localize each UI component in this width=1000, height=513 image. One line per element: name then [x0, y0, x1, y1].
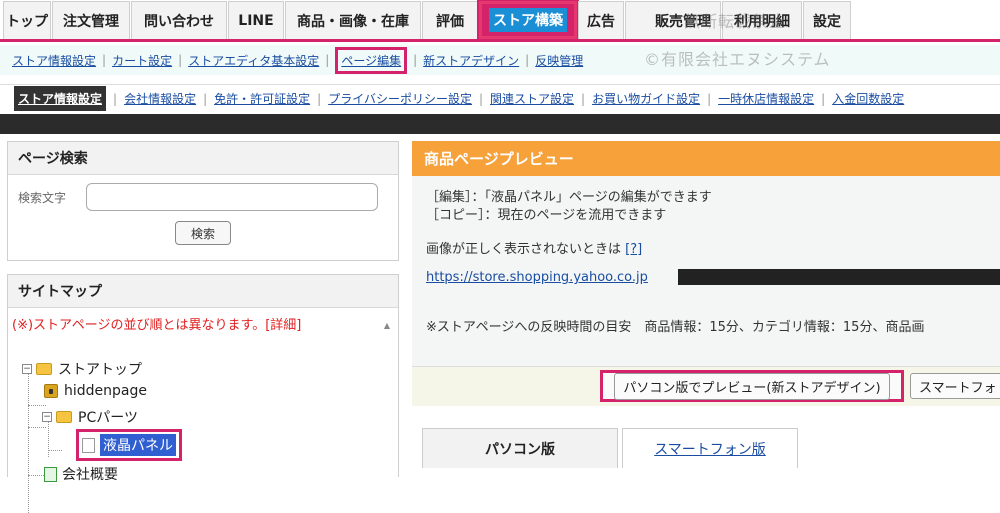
- sitemap-panel: サイトマップ (※)ストアページの並び順とは異なります。[詳細] ▲ − ストア…: [7, 274, 399, 513]
- help-link[interactable]: [?]: [625, 242, 642, 257]
- collapse-icon[interactable]: −: [42, 412, 52, 422]
- subnav2-company[interactable]: 会社情報設定: [124, 90, 196, 107]
- folder-icon: [56, 411, 72, 423]
- lock-icon: [44, 384, 58, 398]
- tab-orders[interactable]: 注文管理: [52, 1, 130, 39]
- search-panel-title: ページ検索: [8, 142, 398, 175]
- pc-preview-button-highlight: パソコン版でプレビュー(新ストアデザイン): [600, 370, 904, 402]
- subnav-settings: ストア情報設定 | 会社情報設定 | 免許・許可証設定 | プライバシーポリシー設定 |…: [0, 84, 1000, 112]
- subnav2-payment[interactable]: 入金回数設定: [832, 90, 904, 107]
- tree-item-pc-parts[interactable]: − PCパーツ: [42, 407, 138, 427]
- dark-bar: [0, 114, 1000, 134]
- tab-sp-version[interactable]: スマートフォン版: [622, 428, 798, 468]
- subnav-editor[interactable]: ストアエディタ基本設定: [188, 52, 319, 69]
- subnav-cart[interactable]: カート設定: [112, 52, 172, 69]
- reflect-note: ※ストアページへの反映時間の目安 商品情報：15分、カテゴリ情報：15分、商品画: [426, 320, 925, 335]
- subnav2-closure[interactable]: 一時休店情報設定: [718, 90, 814, 107]
- tab-products[interactable]: 商品・画像・在庫: [285, 1, 421, 39]
- subnav2-store-info[interactable]: ストア情報設定: [14, 86, 107, 111]
- watermark-sub: ©有限会社エヌシステム: [644, 50, 831, 69]
- tab-review[interactable]: 評価: [422, 1, 478, 39]
- subnav-reflect[interactable]: 反映管理: [535, 52, 583, 69]
- tab-top[interactable]: トップ: [3, 1, 51, 39]
- sitemap-note: (※)ストアページの並び順とは異なります。[詳細]: [12, 318, 302, 333]
- tab-settings[interactable]: 設定: [803, 1, 851, 39]
- tab-store-build-label: ストア構築: [489, 8, 567, 32]
- scroll-up-arrow-icon[interactable]: ▲: [384, 321, 390, 330]
- pc-preview-button[interactable]: パソコン版でプレビュー(新ストアデザイン): [614, 372, 890, 400]
- search-button[interactable]: 検索: [175, 221, 231, 245]
- search-panel: ページ検索 検索文字 検索: [7, 141, 399, 261]
- sitemap-title: サイトマップ: [8, 275, 398, 308]
- redacted-bar: [678, 269, 1000, 285]
- subnav-page-edit[interactable]: ページ編集: [341, 54, 401, 68]
- top-nav: トップ 注文管理 問い合わせ LINE 商品・画像・在庫 評価 ストア構築 広告…: [0, 0, 1000, 42]
- preview-url[interactable]: https://store.shopping.yahoo.co.jp: [426, 270, 648, 285]
- tree-item-hiddenpage[interactable]: hiddenpage: [44, 383, 147, 399]
- folder-icon: [36, 363, 52, 375]
- sitemap-detail-link[interactable]: [詳細]: [265, 318, 301, 333]
- search-label: 検索文字: [18, 190, 67, 205]
- subnav-store-info[interactable]: ストア情報設定: [12, 52, 96, 69]
- tab-pc-version[interactable]: パソコン版: [422, 428, 618, 468]
- tab-line[interactable]: LINE: [228, 1, 284, 39]
- search-input[interactable]: [86, 183, 379, 211]
- subnav-new-design[interactable]: 新ストアデザイン: [423, 52, 519, 69]
- preview-title: 商品ページプレビュー: [412, 141, 1000, 176]
- preview-image-note: 画像が正しく表示されないときは [?]: [426, 242, 643, 257]
- subnav2-related[interactable]: 関連ストア設定: [490, 90, 574, 107]
- preview-edit-line: ［編集］：「液晶パネル」ページの編集ができます: [426, 190, 712, 205]
- page-icon: [44, 466, 57, 482]
- subnav2-license[interactable]: 免許・許可証設定: [214, 90, 310, 107]
- tab-ads[interactable]: 広告: [578, 1, 624, 39]
- subnav-store-build: ストア情報設定 | カート設定 | ストアエディタ基本設定 | ページ編集 | 新ストア…: [0, 45, 1000, 75]
- watermark-top: 無断転載禁止: [684, 12, 787, 31]
- collapse-icon[interactable]: −: [22, 364, 32, 374]
- tab-store-build[interactable]: ストア構築: [477, 0, 579, 41]
- tab-inquiry[interactable]: 問い合わせ: [131, 1, 227, 39]
- tree-item-company[interactable]: 会社概要: [44, 464, 118, 484]
- page-edit-highlight: ページ編集: [335, 46, 408, 74]
- tree-item-lcd-panel[interactable]: 液晶パネル: [76, 429, 182, 461]
- subnav2-guide[interactable]: お買い物ガイド設定: [592, 90, 700, 107]
- device-tabs: パソコン版 スマートフォン版: [412, 406, 1000, 477]
- page-icon: [82, 437, 95, 453]
- sp-preview-button[interactable]: スマートフォ: [910, 373, 1000, 399]
- preview-copy-line: ［コピー］：現在のページを流用できます: [426, 208, 667, 223]
- tree-item-store-top[interactable]: − ストアトップ: [22, 359, 142, 379]
- subnav2-privacy[interactable]: プライバシーポリシー設定: [328, 90, 472, 107]
